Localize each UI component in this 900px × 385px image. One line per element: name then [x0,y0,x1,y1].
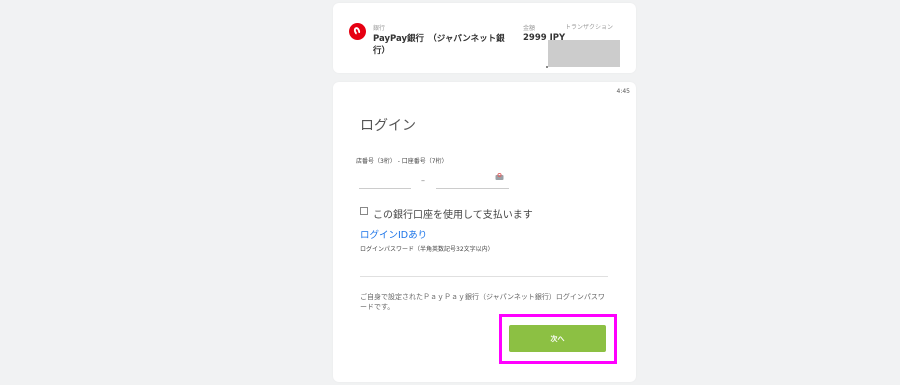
bank-name: PayPay銀行 （ジャパンネット銀 行） [373,34,505,56]
save-account-label[interactable]: この銀行口座を使用して支払います [373,206,533,221]
save-account-checkbox[interactable] [360,207,368,215]
login-card: 4:45 ログイン 店番号（3桁） - 口座番号（7桁） – この銀行口座を使用… [333,82,636,382]
login-title: ログイン [360,118,416,134]
payment-summary-card: 銀行 PayPay銀行 （ジャパンネット銀 行） 金額 2999 JPY トラン… [333,3,636,73]
separator-dot [546,66,548,68]
login-id-link[interactable]: ログインIDあり [360,227,427,241]
branch-number-input[interactable] [359,174,411,189]
transaction-label: トランザクション [565,24,614,31]
password-note: ご自身で設定されたＰａｙＰａｙ銀行（ジャパンネット銀行）ログインパスワードです。 [360,293,605,311]
amount-label: 金額 [523,25,536,32]
transaction-id-redacted [548,40,620,67]
password-input-line[interactable] [360,276,608,277]
session-timer: 4:45 [616,88,630,95]
autofill-key-icon[interactable] [495,173,504,181]
account-field-label: 店番号（3桁） - 口座番号（7桁） [356,158,448,165]
password-label: ログインパスワード（半角英数記号32文字以内） [360,246,494,253]
paypay-logo-icon [349,23,366,40]
bank-label: 銀行 [373,25,386,32]
field-separator: – [421,176,425,185]
next-button[interactable]: 次へ [509,325,606,352]
